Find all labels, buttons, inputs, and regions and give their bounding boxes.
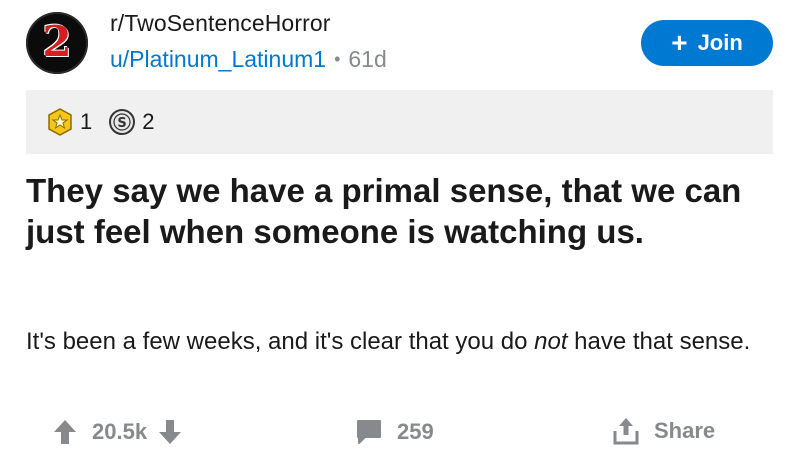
share-icon: [612, 416, 640, 446]
vote-controls: 20.5k: [52, 418, 183, 446]
downvote-arrow-icon[interactable]: [157, 418, 183, 446]
post-footer: 20.5k 259 Share: [0, 412, 800, 458]
gold-star-award-icon: [46, 108, 74, 136]
award-gold[interactable]: 1: [46, 108, 92, 136]
award-gold-count: 1: [80, 109, 93, 134]
post-meta: u/Platinum_Latinum1 • 61d: [110, 46, 387, 73]
comment-count: 259: [397, 419, 434, 444]
body-text-start: It's been a few weeks, and it's clear th…: [26, 328, 535, 355]
body-emphasis: not: [534, 328, 568, 355]
share-button[interactable]: Share: [612, 416, 715, 446]
join-label: Join: [697, 30, 743, 55]
vote-score: 20.5k: [92, 419, 148, 444]
subreddit-avatar[interactable]: 2: [26, 12, 88, 74]
awards-bar: 1 S 2: [26, 90, 773, 154]
body-text-end: have that sense.: [567, 328, 751, 355]
post-body: It's been a few weeks, and it's clear th…: [26, 325, 766, 359]
post-age: 61d: [348, 46, 387, 72]
author-link[interactable]: u/Platinum_Latinum1: [110, 46, 326, 73]
award-silver[interactable]: S 2: [108, 108, 155, 136]
share-label: Share: [654, 418, 716, 443]
avatar-text: 2: [42, 17, 72, 66]
post-title[interactable]: They say we have a primal sense, that we…: [26, 170, 766, 252]
meta-separator: •: [334, 49, 341, 69]
svg-text:S: S: [118, 116, 127, 131]
join-button[interactable]: + Join: [641, 20, 773, 66]
subreddit-name[interactable]: r/TwoSentenceHorror: [110, 10, 331, 37]
comment-bubble-icon: [355, 418, 383, 446]
award-silver-count: 2: [142, 109, 155, 134]
upvote-arrow-icon[interactable]: [52, 418, 78, 446]
plus-icon: +: [671, 27, 688, 58]
comments-button[interactable]: 259: [355, 418, 434, 446]
silver-award-icon: S: [108, 108, 136, 136]
